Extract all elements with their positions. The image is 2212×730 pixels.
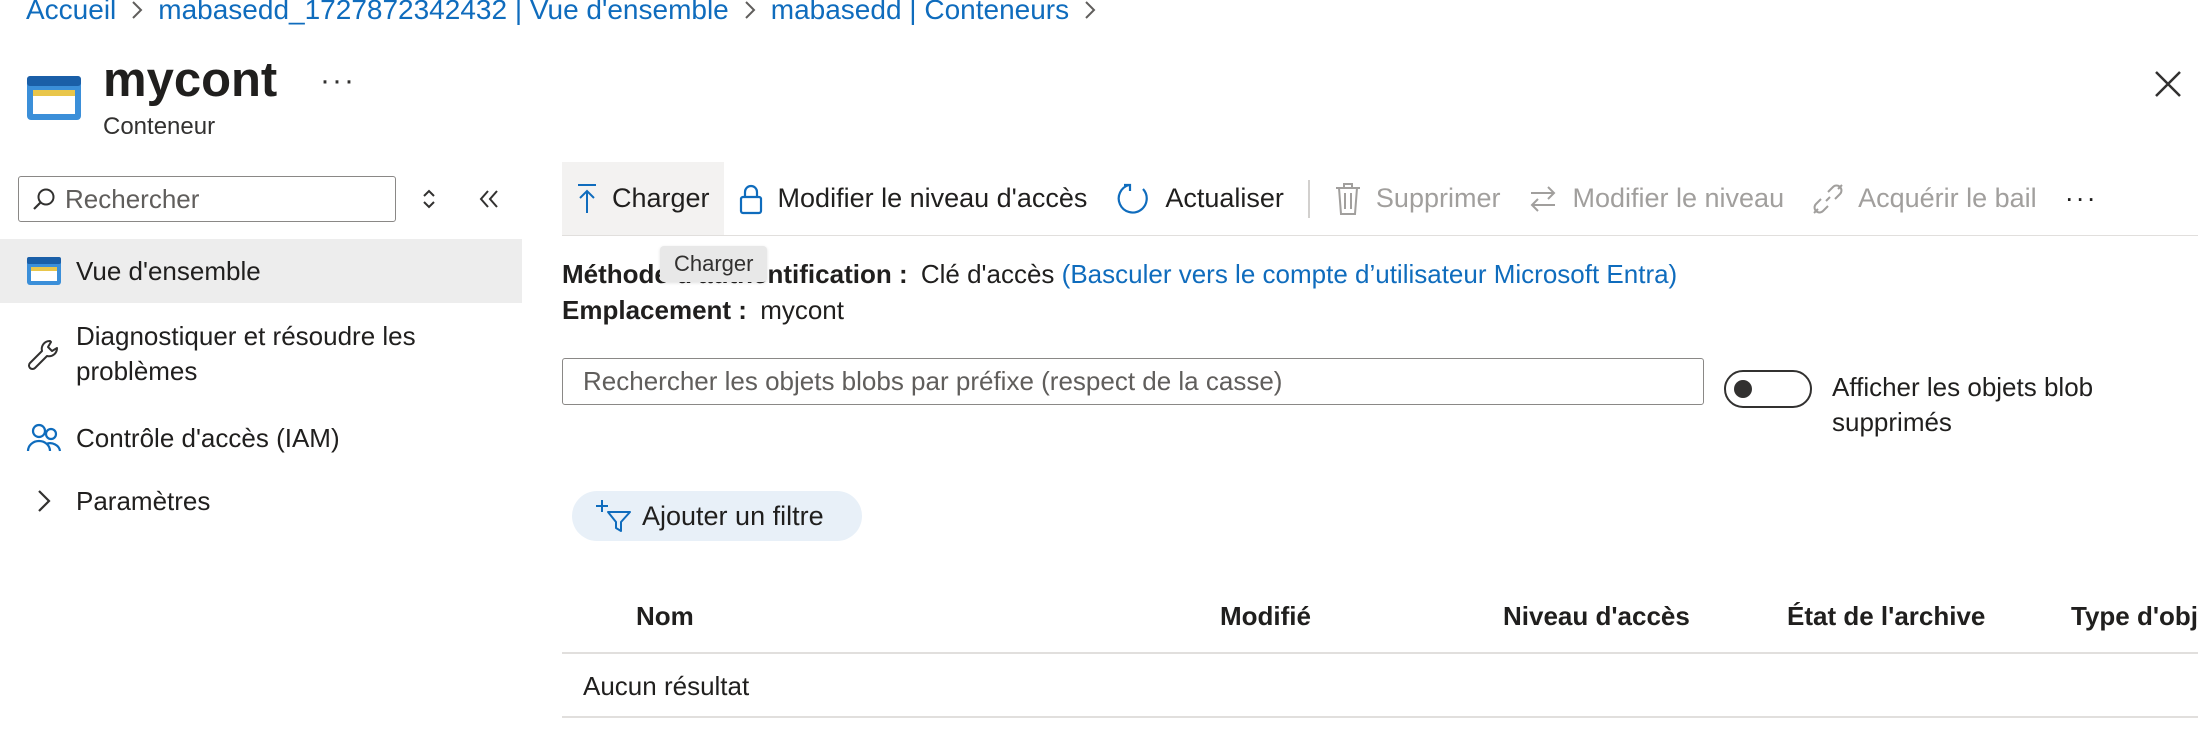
blob-prefix-search-box[interactable] [562, 358, 1704, 405]
page-subtitle: Conteneur [103, 113, 216, 140]
row-divider [562, 716, 2198, 718]
wrench-icon [26, 337, 62, 373]
show-deleted-blobs-label: Afficher les objets blob supprimés [1832, 372, 2094, 437]
sidebar-item-label: Contrôle d'accès (IAM) [76, 422, 340, 453]
blob-table: Nom Modifié Niveau d'accès État de l'arc… [562, 581, 2198, 718]
upload-icon [578, 183, 596, 213]
location-value: mycont [760, 295, 844, 325]
search-icon [31, 186, 57, 212]
location-line: Emplacement : mycont [562, 295, 844, 326]
change-tier-button[interactable]: Modifier le niveau [1514, 162, 1798, 235]
sidebar-item-label: Paramètres [76, 485, 211, 516]
change-access-level-button[interactable]: Modifier le niveau d'accès [724, 162, 1102, 235]
delete-button[interactable]: Supprimer [1320, 162, 1515, 235]
chevron-up-down-icon [423, 189, 435, 209]
change-access-level-label: Modifier le niveau d'accès [777, 183, 1088, 213]
chevron-right-icon [1083, 0, 1097, 20]
sidebar-item-label: Vue d'ensemble [76, 255, 261, 286]
upload-button[interactable]: Charger [562, 162, 724, 235]
switch-to-entra-link[interactable]: (Basculer vers le compte d’utilisateur M… [1062, 259, 1678, 289]
expand-collapse-button[interactable] [418, 186, 440, 212]
breadcrumb-containers-link[interactable]: mabasedd | Conteneurs [771, 0, 1069, 26]
refresh-icon [1117, 183, 1149, 214]
page-title: mycont [103, 53, 278, 107]
container-icon [26, 72, 82, 124]
container-icon [26, 253, 62, 289]
upload-tooltip: Charger [660, 246, 768, 282]
delete-label: Supprimer [1375, 183, 1501, 213]
acquire-lease-button[interactable]: Acquérir le bail [1798, 162, 2051, 235]
acquire-lease-label: Acquérir le bail [1858, 183, 2037, 213]
lock-icon [739, 184, 762, 214]
sidebar-item-settings[interactable]: Paramètres [0, 481, 522, 521]
auth-method-value: Clé d'accès [920, 259, 1055, 289]
refresh-button[interactable]: Actualiser [1101, 162, 1298, 235]
nav-search-input[interactable] [63, 182, 367, 216]
double-chevron-left-icon [479, 190, 498, 208]
add-filter-icon [596, 500, 631, 532]
people-icon [26, 420, 62, 456]
upload-label: Charger [612, 183, 710, 213]
breadcrumb-storage-account-link[interactable]: mabasedd_1727872342432 | Vue d'ensemble [158, 0, 729, 26]
column-header-access-level[interactable]: Niveau d'accès [1503, 601, 1690, 632]
change-tier-label: Modifier le niveau [1572, 183, 1785, 213]
blob-prefix-search-input[interactable] [581, 365, 1685, 398]
collapse-nav-button[interactable] [476, 186, 502, 212]
chevron-right-icon [130, 0, 144, 20]
sidebar-item-diagnose[interactable]: Diagnostiquer et résoudre les problèmes [0, 319, 522, 391]
refresh-label: Actualiser [1165, 183, 1284, 213]
more-options-button[interactable]: ··· [320, 64, 356, 98]
swap-arrows-icon [1531, 185, 1556, 212]
add-filter-label: Ajouter un filtre [642, 500, 824, 531]
location-label: Emplacement : [562, 295, 747, 325]
nav-search-box[interactable] [18, 176, 396, 222]
link-icon [1813, 183, 1843, 214]
show-deleted-blobs-toggle[interactable] [1724, 370, 1812, 408]
toolbar-more-button[interactable]: ··· [2051, 162, 2112, 235]
add-filter-button[interactable]: Ajouter un filtre [572, 491, 862, 541]
empty-results-message: Aucun résultat [583, 671, 750, 701]
header-divider [562, 652, 2198, 654]
toolbar-separator [1307, 179, 1310, 218]
close-button[interactable] [2146, 62, 2190, 106]
close-icon [2155, 71, 2181, 97]
sidebar-item-iam[interactable]: Contrôle d'accès (IAM) [0, 418, 522, 458]
column-header-name[interactable]: Nom [636, 601, 694, 632]
column-header-archive-state[interactable]: État de l'archive [1787, 601, 1985, 632]
trash-icon [1335, 182, 1360, 215]
breadcrumb-home-link[interactable]: Accueil [26, 0, 116, 26]
command-toolbar: Charger Modifier le niveau d'accès Actua… [562, 162, 2198, 236]
sidebar-item-label: Diagnostiquer et résoudre les problèmes [76, 321, 416, 386]
sidebar-item-overview[interactable]: Vue d'ensemble [0, 239, 522, 303]
chevron-right-icon [743, 0, 757, 20]
chevron-right-icon [26, 483, 62, 519]
column-header-blob-type[interactable]: Type d'objet blob [2071, 601, 2198, 632]
toggle-knob [1734, 380, 1752, 398]
breadcrumb: Accueil mabasedd_1727872342432 | Vue d'e… [26, 0, 1111, 28]
column-header-modified[interactable]: Modifié [1220, 601, 1311, 632]
